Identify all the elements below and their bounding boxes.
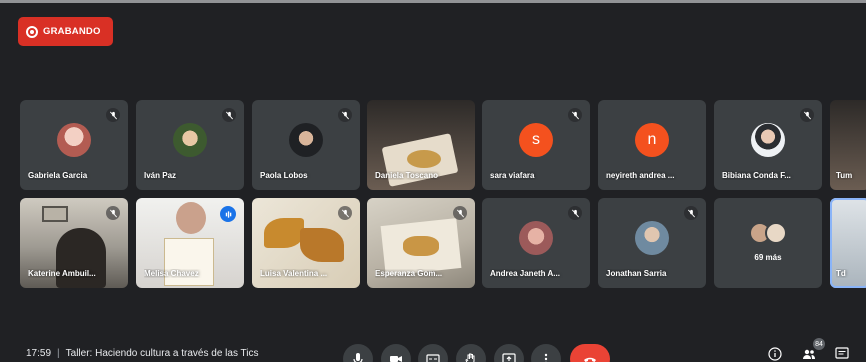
participant-video-tile[interactable]: Daniela Toscano (367, 100, 475, 190)
participant-tile[interactable]: s sara viafara (482, 100, 590, 190)
muted-mic-icon (568, 108, 582, 122)
captions-icon (426, 354, 440, 362)
participant-name: Andrea Janeth A... (490, 269, 560, 278)
participant-video-tile[interactable]: Melisa Chavez (136, 198, 244, 288)
video-frame (164, 238, 214, 286)
more-participants-tile[interactable]: 69 más (714, 198, 822, 288)
avatar (57, 122, 91, 157)
separator: | (57, 348, 60, 359)
muted-mic-icon (106, 108, 120, 122)
present-button[interactable] (494, 344, 524, 362)
avatar (173, 122, 207, 157)
avatar (289, 122, 323, 157)
video-frame (42, 206, 68, 222)
muted-mic-icon (568, 206, 582, 220)
camera-icon (390, 356, 402, 362)
video-frame (56, 228, 106, 288)
muted-mic-icon (800, 108, 814, 122)
participant-video-tile[interactable]: Katerine Ambuil... (20, 198, 128, 288)
muted-mic-icon (338, 108, 352, 122)
hang-up-icon (584, 357, 596, 362)
people-count-badge: 84 (813, 338, 825, 350)
participant-name: Bibiana Conda F... (722, 171, 791, 180)
meeting-time: 17:59 (26, 348, 52, 359)
avatar (635, 220, 669, 255)
more-avatars (749, 222, 787, 244)
participant-video-tile[interactable]: Esperanza Gom... (367, 198, 475, 288)
participant-name: Melisa Chavez (144, 269, 199, 278)
bottom-bar: 17:59 | Taller: Haciendo cultura a través … (0, 338, 866, 362)
participant-name: Tum (836, 171, 853, 180)
participant-name: Iván Paz (144, 171, 177, 180)
video-frame (403, 236, 439, 256)
raise-hand-icon (465, 353, 475, 362)
people-icon (803, 349, 815, 359)
camera-button[interactable] (381, 344, 411, 362)
muted-mic-icon (222, 108, 236, 122)
participant-tile[interactable]: Andrea Janeth A... (482, 198, 590, 288)
more-participants-label: 69 más (754, 253, 782, 262)
muted-mic-icon (106, 206, 120, 220)
participant-tile[interactable]: n neyireth andrea ... (598, 100, 706, 190)
participant-name: neyireth andrea ... (606, 171, 675, 180)
avatar (751, 122, 785, 157)
meeting-info: 17:59 | Taller: Haciendo cultura a través … (26, 348, 259, 359)
microphone-icon (353, 353, 363, 362)
participant-name: Td (836, 269, 846, 278)
participant-video-tile[interactable]: Tum (830, 100, 866, 190)
microphone-button[interactable] (343, 344, 373, 362)
muted-mic-icon (338, 206, 352, 220)
info-icon (768, 347, 782, 361)
recording-label: GRABANDO (43, 26, 101, 37)
participant-video-tile[interactable]: Td (830, 198, 866, 288)
hang-up-button[interactable] (570, 344, 610, 362)
more-options-icon (544, 353, 548, 362)
participant-name: Daniela Toscano (375, 171, 438, 180)
meeting-title: Taller: Haciendo cultura a través de las… (65, 348, 259, 359)
participant-name: Paola Lobos (260, 171, 308, 180)
participant-name: Gabriela Garcia (28, 171, 88, 180)
avatar-letter: s (519, 122, 553, 157)
participant-tile[interactable]: Bibiana Conda F... (714, 100, 822, 190)
more-options-button[interactable] (531, 344, 561, 362)
participant-tile[interactable]: Gabriela Garcia (20, 100, 128, 190)
participant-name: Luisa Valentina ... (260, 269, 328, 278)
present-icon (502, 353, 516, 362)
recording-badge: GRABANDO (18, 17, 113, 46)
avatar (519, 220, 553, 255)
participant-name: Jonathan Sarria (606, 269, 667, 278)
raise-hand-button[interactable] (456, 344, 486, 362)
participant-video-tile[interactable]: Luisa Valentina ... (252, 198, 360, 288)
participant-tile[interactable]: Paola Lobos (252, 100, 360, 190)
avatar (765, 222, 787, 244)
avatar-letter: n (635, 122, 669, 157)
muted-mic-icon (684, 206, 698, 220)
captions-button[interactable] (418, 344, 448, 362)
muted-mic-icon (453, 206, 467, 220)
top-edge (0, 0, 866, 3)
participant-name: Esperanza Gom... (375, 269, 443, 278)
chat-button[interactable] (834, 346, 850, 362)
video-frame (176, 202, 206, 234)
video-frame (300, 228, 344, 262)
video-frame (264, 218, 304, 248)
info-button[interactable] (767, 346, 783, 362)
participant-tile[interactable]: Jonathan Sarria (598, 198, 706, 288)
chat-icon (835, 347, 849, 359)
video-frame (407, 150, 441, 168)
participant-name: Katerine Ambuil... (28, 269, 96, 278)
record-icon (26, 25, 38, 38)
participant-tile[interactable]: Iván Paz (136, 100, 244, 190)
speaking-indicator-icon (220, 206, 236, 222)
participant-name: sara viafara (490, 171, 535, 180)
